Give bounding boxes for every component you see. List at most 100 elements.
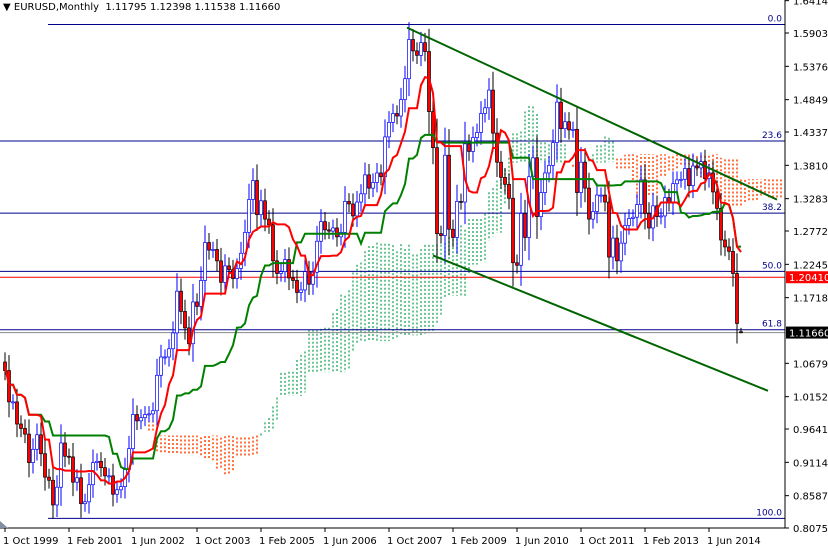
candle-body <box>735 273 739 324</box>
candle-body <box>379 172 383 178</box>
candle-body <box>11 401 15 404</box>
x-tick-label: 1 Feb 2001 <box>67 536 123 547</box>
candle-body <box>591 211 595 220</box>
y-tick-label: 1.48490 <box>793 96 828 107</box>
candle-body <box>39 434 43 455</box>
candle-body <box>235 268 239 279</box>
y-tick-label: 1.06795 <box>793 359 828 370</box>
y-tick-label: 1.53760 <box>793 62 828 73</box>
candle-body <box>447 154 451 230</box>
candle-body <box>363 174 367 195</box>
candle-body <box>151 410 155 415</box>
candle-body <box>35 434 39 450</box>
candle-body <box>423 42 427 52</box>
candle-body <box>439 233 443 236</box>
candle-body <box>199 280 203 307</box>
fib-level-label: 61.8 <box>762 320 782 330</box>
price-chart[interactable]: 0.0 23.6 38.2 50.0 61.8 100.0 1.64145 1.59030 1.… <box>0 0 828 548</box>
candle-body <box>395 113 399 117</box>
candle-body <box>59 442 63 488</box>
candle-body <box>183 311 187 329</box>
candle-body <box>671 183 675 204</box>
candle-body <box>579 161 583 193</box>
candle-body <box>635 204 639 218</box>
candle-body <box>683 168 687 180</box>
candle-body <box>47 476 51 481</box>
y-tick-label: 1.64145 <box>793 0 828 8</box>
candle-body <box>387 122 391 138</box>
candle-body <box>83 501 87 505</box>
candle-body <box>435 147 439 235</box>
candle-body <box>503 177 507 185</box>
y-tick-label: 1.17180 <box>793 294 828 305</box>
candle-body <box>719 208 723 241</box>
candle-body <box>611 237 615 258</box>
candle-body <box>691 165 695 186</box>
candle-body <box>567 121 571 131</box>
candle-body <box>295 280 299 293</box>
candle-body <box>303 271 307 291</box>
candle-body <box>259 200 263 216</box>
candle-body <box>131 414 135 450</box>
candle-body <box>415 50 419 56</box>
fib-level-label: 0.0 <box>768 14 783 24</box>
candle-body <box>67 455 71 458</box>
candle-body <box>247 199 251 233</box>
candle-body <box>407 39 411 80</box>
chart-title: ▼ EURUSD,Monthly 1.11795 1.12398 1.11538… <box>3 2 280 13</box>
candle-body <box>619 242 623 262</box>
x-tick-label: 1 Feb 2013 <box>643 536 699 547</box>
candle-body <box>563 121 567 130</box>
trendline-lower-channel <box>432 254 769 392</box>
candle-body <box>523 213 527 238</box>
candle-body <box>91 462 95 486</box>
candle-body <box>111 475 115 495</box>
candle-body <box>715 191 719 209</box>
y-tick-label: 1.43375 <box>793 128 828 139</box>
candle-body <box>63 442 67 457</box>
dropdown-arrow-icon[interactable]: ▼ <box>3 2 11 13</box>
candle-body <box>727 246 731 252</box>
candle-body <box>499 161 503 178</box>
price-marker-label: 1.20410 <box>789 273 828 284</box>
y-tick-label: 1.01525 <box>793 393 828 404</box>
candle-body <box>475 132 479 138</box>
candle-body <box>467 143 471 152</box>
candle-body <box>607 201 611 258</box>
candle-body <box>75 477 79 483</box>
candle-body <box>251 180 255 200</box>
candle-body <box>23 428 27 435</box>
candle-body <box>507 183 511 199</box>
candle-body <box>175 290 179 334</box>
candle-body <box>331 227 335 232</box>
candle-body <box>367 174 371 189</box>
candle-body <box>223 265 227 283</box>
candle-body <box>575 128 579 193</box>
fib-level-label: 23.6 <box>762 131 782 141</box>
x-tick-label: 1 Jun 2006 <box>323 536 377 547</box>
candle-body <box>411 39 415 52</box>
candle-body <box>355 201 359 217</box>
candle-body <box>319 221 323 242</box>
candle-body <box>703 161 707 179</box>
x-tick-label: 1 Oct 2003 <box>195 536 250 547</box>
candle-body <box>515 262 519 266</box>
candle-body <box>547 165 551 174</box>
y-tick-label: 1.22450 <box>793 260 828 271</box>
candle-body <box>659 215 663 218</box>
candle-body <box>599 194 603 197</box>
candle-body <box>155 374 159 412</box>
candle-body <box>639 179 643 205</box>
plot-area: 0.0 23.6 38.2 50.0 61.8 100.0 <box>0 14 785 519</box>
candle-body <box>351 203 355 217</box>
candle-body <box>87 484 91 503</box>
ohlc-values: 1.11795 1.12398 1.11538 1.11660 <box>105 2 281 13</box>
candle-body <box>535 157 539 217</box>
x-tick-label: 1 Oct 1999 <box>3 536 58 547</box>
candle-body <box>675 179 679 185</box>
candle-body <box>227 265 231 271</box>
candle-body <box>327 229 331 232</box>
candle-body <box>739 331 743 334</box>
candle-body <box>483 107 487 114</box>
candle-body <box>163 356 167 359</box>
